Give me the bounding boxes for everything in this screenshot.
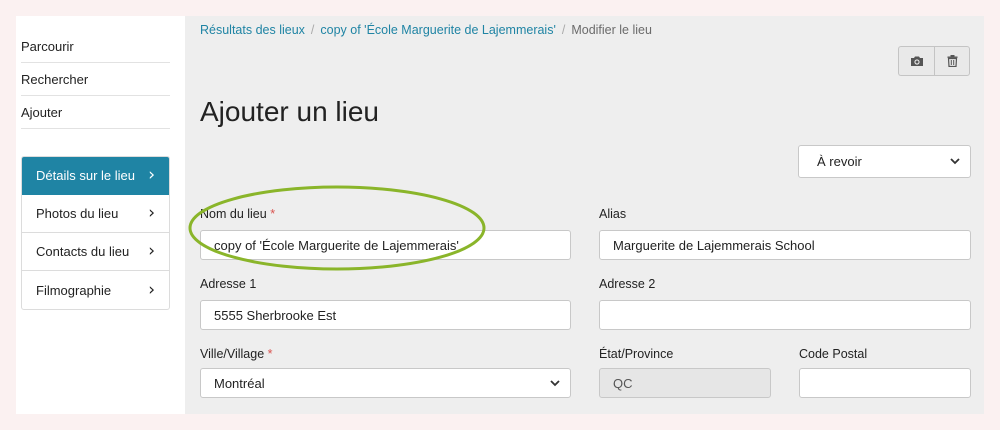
city-label: Ville/Village * (200, 347, 273, 361)
postal-code-field[interactable] (799, 368, 971, 398)
detail-nav: Détails sur le lieu › Photos du lieu › C… (21, 156, 170, 310)
detail-nav-label: Photos du lieu (36, 206, 119, 221)
chevron-down-icon (950, 158, 960, 165)
breadcrumb-separator: / (561, 23, 566, 37)
detail-nav-label: Détails sur le lieu (36, 168, 135, 183)
postal-code-label: Code Postal (799, 347, 868, 361)
address1-field[interactable]: 5555 Sherbrooke Est (200, 300, 571, 330)
chevron-right-icon: › (148, 241, 155, 261)
detail-nav-item-contacts[interactable]: Contacts du lieu › (22, 233, 169, 271)
detail-nav-label: Contacts du lieu (36, 244, 130, 259)
detail-nav-label: Filmographie (36, 282, 112, 298)
chevron-right-icon: › (148, 279, 155, 300)
alias-label: Alias (599, 207, 627, 221)
chevron-right-icon: › (148, 165, 155, 185)
nav-link-ajouter[interactable]: Ajouter (21, 96, 170, 129)
city-select[interactable]: Montréal (200, 368, 571, 398)
status-select[interactable]: À revoir (798, 145, 971, 178)
alias-field[interactable]: Marguerite de Lajemmerais School (599, 230, 971, 260)
toolbar-button-group (898, 46, 970, 76)
nav-link-rechercher[interactable]: Rechercher (21, 63, 170, 96)
breadcrumb-current: Modifier le lieu (571, 23, 652, 37)
status-select-value: À revoir (817, 154, 862, 169)
breadcrumb-separator: / (310, 23, 315, 37)
detail-nav-item-details[interactable]: Détails sur le lieu › (22, 157, 169, 195)
address2-label: Adresse 2 (599, 277, 656, 291)
nav-link-parcourir[interactable]: Parcourir (21, 30, 170, 63)
page-title: Ajouter un lieu (200, 96, 380, 127)
name-field[interactable]: copy of 'École Marguerite de Lajemmerais… (200, 230, 571, 260)
breadcrumb: Résultats des lieux / copy of 'École Margu… (200, 23, 652, 37)
camera-button[interactable] (898, 46, 934, 76)
trash-icon (947, 55, 957, 67)
city-label-text: Ville/Village (200, 347, 265, 361)
chevron-down-icon (550, 379, 560, 386)
state-field: QC (599, 368, 771, 398)
name-label-text: Nom du lieu (200, 207, 267, 221)
state-label: État/Province (599, 347, 674, 361)
delete-button[interactable] (934, 46, 970, 76)
breadcrumb-link-location[interactable]: copy of 'École Marguerite de Lajemmerais… (320, 23, 555, 37)
main-panel: Résultats des lieux / copy of 'École Margu… (185, 16, 984, 414)
left-nav: Parcourir Rechercher Ajouter (21, 30, 170, 129)
city-select-value: Montréal (214, 375, 265, 391)
required-asterisk: * (267, 347, 273, 361)
chevron-right-icon: › (148, 203, 155, 223)
name-label: Nom du lieu * (200, 207, 275, 221)
camera-icon (910, 56, 923, 66)
detail-nav-item-photos[interactable]: Photos du lieu › (22, 195, 169, 233)
address2-field[interactable] (599, 300, 971, 330)
breadcrumb-link-results[interactable]: Résultats des lieux (200, 23, 305, 37)
address1-label: Adresse 1 (200, 277, 257, 291)
detail-nav-item-filmographie[interactable]: Filmographie › (22, 271, 169, 309)
required-asterisk: * (270, 207, 276, 221)
